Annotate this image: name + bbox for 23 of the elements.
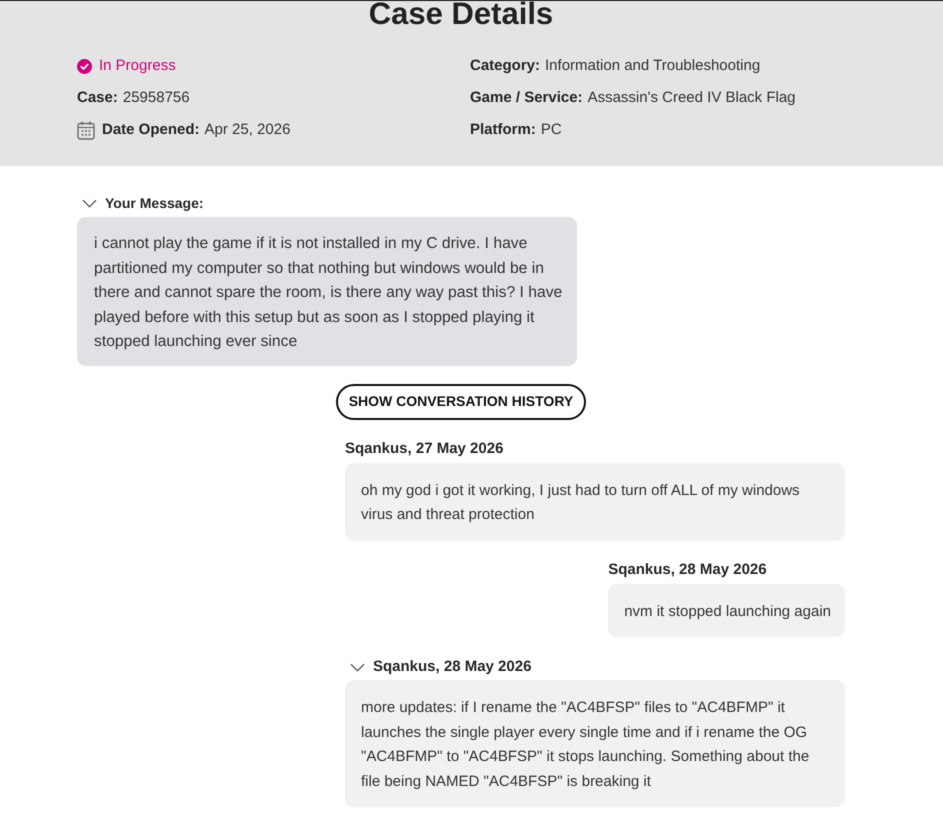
message-bubble: i cannot play the game if it is not installed in my C drive. I have partitioned my computer so that nothing but windows would be in there and cannot spare the room, is there any way past this? I have played before with this setup but as soon as I stopped playing it stopped launching ever since [77, 217, 577, 366]
reply-bubble: nvm it stopped launching again [608, 584, 845, 637]
field-label: Platform: [470, 120, 536, 140]
message-toggle[interactable]: Your Message: [77, 193, 204, 213]
field-label: Date Opened: [102, 120, 200, 140]
reply-bubble: oh my god i got it working, I just had to turn off ALL of my windows virus and threat protection [345, 462, 845, 540]
calendar-icon [77, 120, 95, 140]
field-label: Case: [77, 88, 118, 108]
field-value: Apr 25, 2026 [204, 120, 290, 140]
status-text: In Progress [99, 56, 176, 76]
field-value: Assassin's Creed IV Black Flag [588, 88, 796, 108]
reply-bubble: more updates: if I rename the "AC4BFSP" files to "AC4BFMP" it launches the single player every single time and if i rename the OG "AC4BFMP" to "AC4BFSP" it stops launching. Something about the file being NAMED "AC4BFSP" is breaking it [345, 680, 845, 807]
check-circle-icon [77, 58, 92, 74]
field-value: Information and Troubleshooting [545, 56, 760, 76]
reply-author-date: Sqankus, 27 May 2026 [345, 440, 504, 458]
reply-toggle[interactable]: Sqankus, 28 May 2026 [345, 658, 532, 676]
field-label: Game / Service: [470, 88, 583, 108]
field-value: 25958756 [122, 88, 190, 108]
reply-author-date: Sqankus, 28 May 2026 [608, 562, 767, 580]
field-value: PC [540, 120, 562, 140]
field-label: Category: [470, 56, 540, 76]
page-title: Case Details [368, 0, 554, 31]
show-history-button[interactable]: SHOW CONVERSATION HISTORY [336, 384, 586, 420]
